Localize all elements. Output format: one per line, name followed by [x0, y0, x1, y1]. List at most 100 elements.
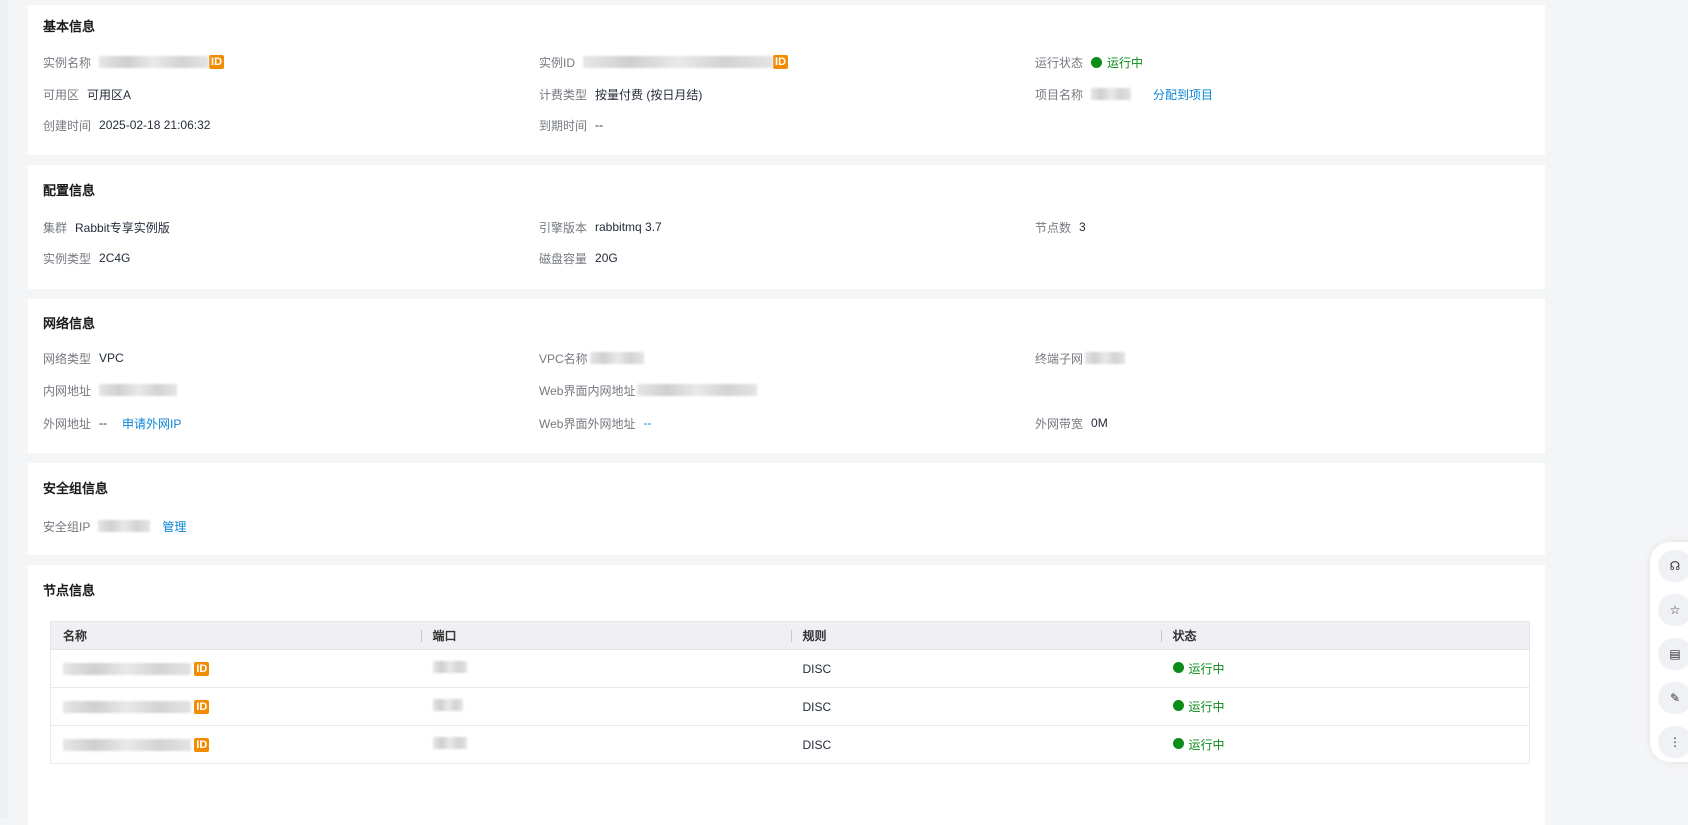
value: 2025-02-18 21:06:32 — [99, 118, 211, 132]
star-icon[interactable]: ☆ — [1658, 594, 1688, 626]
web-private-address-field: Web界面内网地址 — [539, 382, 758, 398]
label: 运行状态 — [1035, 55, 1084, 70]
security-group-card: 安全组信息 安全组IP 管理 — [28, 463, 1545, 555]
status-dot-icon — [1172, 700, 1184, 711]
copy-id-badge[interactable]: ID — [209, 55, 225, 69]
feedback-icon[interactable]: ✎ — [1658, 682, 1688, 714]
table-row: ID DISC 运行中 — [50, 649, 1530, 688]
label: 可用区 — [43, 87, 80, 102]
column-header-status[interactable]: 状态 — [1160, 621, 1530, 650]
public-address-field: 外网地址 -- 申请外网IP — [43, 415, 181, 431]
label: 网络类型 — [43, 351, 92, 366]
label: Web界面外网地址 — [539, 416, 636, 431]
rule-cell: DISC — [790, 725, 1161, 764]
label: 创建时间 — [43, 118, 92, 133]
column-header-name[interactable]: 名称 — [50, 621, 421, 650]
label: 集群 — [43, 220, 68, 235]
label: 到期时间 — [539, 118, 588, 133]
redacted-value — [432, 699, 463, 711]
status-dot-icon — [1172, 662, 1184, 673]
value: -- — [643, 416, 652, 430]
redacted-value — [63, 700, 191, 713]
status-value: 运行中 — [1188, 700, 1225, 714]
redacted-value — [1091, 88, 1132, 100]
status-dot-icon — [1091, 56, 1103, 68]
value: -- — [99, 416, 108, 430]
assign-project-link[interactable]: 分配到项目 — [1153, 86, 1213, 103]
redacted-value — [63, 738, 191, 751]
expire-field: 到期时间 -- — [539, 117, 603, 133]
label: 计费类型 — [539, 87, 588, 102]
status-cell: 运行中 — [1160, 687, 1530, 726]
document-icon[interactable]: ▤ — [1658, 638, 1688, 670]
label: 项目名称 — [1035, 87, 1084, 102]
redacted-value — [99, 56, 210, 68]
port-cell — [420, 687, 791, 726]
section-title: 节点信息 — [43, 583, 96, 598]
nodes-table: 名称 端口 规则 状态 ID DISC 运行中 ID DISC 运行中 ID D… — [50, 621, 1530, 764]
label: 外网带宽 — [1035, 416, 1084, 431]
section-title: 安全组信息 — [43, 481, 109, 496]
instance-id-field: 实例ID ID — [539, 54, 789, 70]
copy-id-badge[interactable]: ID — [773, 55, 789, 69]
nodes-info-card: 节点信息 名称 端口 规则 状态 ID DISC 运行中 ID DISC 运行中… — [28, 565, 1545, 825]
floating-toolbar: ☊ ☆ ▤ ✎ ⋮ — [1650, 542, 1688, 762]
node-name-cell: ID — [50, 687, 421, 726]
column-header-rule[interactable]: 规则 — [790, 621, 1161, 650]
port-cell — [420, 649, 791, 688]
status-value: 运行中 — [1188, 662, 1225, 676]
engine-field: 引擎版本 rabbitmq 3.7 — [539, 219, 662, 235]
node-name-cell: ID — [50, 649, 421, 688]
value: -- — [595, 118, 604, 132]
created-field: 创建时间 2025-02-18 21:06:32 — [43, 117, 210, 133]
value: 3 — [1079, 220, 1086, 234]
value: 20G — [595, 251, 618, 265]
label: 内网地址 — [43, 383, 92, 398]
label: 磁盘容量 — [539, 251, 588, 266]
billing-field: 计费类型 按量付费 (按日月结) — [539, 86, 702, 102]
apply-public-ip-link[interactable]: 申请外网IP — [122, 415, 181, 432]
value: 按量付费 (按日月结) — [595, 87, 703, 102]
redacted-value — [583, 56, 774, 68]
status-field: 运行状态 运行中 — [1035, 54, 1143, 70]
network-type-field: 网络类型 VPC — [43, 350, 124, 366]
copy-id-badge[interactable]: ID — [194, 738, 210, 752]
headset-icon[interactable]: ☊ — [1658, 550, 1688, 582]
section-title: 网络信息 — [43, 316, 96, 331]
value: 2C4G — [99, 251, 131, 265]
manage-security-group-link[interactable]: 管理 — [162, 518, 186, 535]
rule-cell: DISC — [790, 687, 1161, 726]
disk-field: 磁盘容量 20G — [539, 250, 618, 266]
subnet-field: 终端子网 — [1035, 350, 1126, 366]
instance-name-field: 实例名称 ID — [43, 54, 225, 70]
label: 实例名称 — [43, 55, 92, 70]
label: 终端子网 — [1035, 351, 1084, 366]
label: 实例类型 — [43, 251, 92, 266]
redacted-value — [637, 384, 758, 396]
copy-id-badge[interactable]: ID — [194, 662, 210, 676]
private-address-field: 内网地址 — [43, 382, 178, 398]
label: 外网地址 — [43, 416, 92, 431]
cluster-field: 集群 Rabbit专享实例版 — [43, 219, 170, 235]
label: 节点数 — [1035, 220, 1072, 235]
value: 可用区A — [87, 87, 132, 102]
label: 安全组IP — [43, 519, 91, 534]
zone-field: 可用区 可用区A — [43, 86, 131, 102]
table-header: 名称 端口 规则 状态 — [50, 621, 1530, 650]
status-value: 运行中 — [1188, 738, 1225, 752]
column-header-port[interactable]: 端口 — [420, 621, 791, 650]
label: VPC名称 — [539, 351, 588, 366]
value: rabbitmq 3.7 — [595, 220, 662, 234]
redacted-value — [1085, 352, 1126, 364]
copy-id-badge[interactable]: ID — [194, 700, 210, 714]
config-info-card: 配置信息 集群 Rabbit专享实例版 引擎版本 rabbitmq 3.7 节点… — [28, 165, 1545, 289]
value: Rabbit专享实例版 — [75, 220, 170, 235]
more-icon[interactable]: ⋮ — [1658, 726, 1688, 758]
instance-type-field: 实例类型 2C4G — [43, 250, 130, 266]
basic-info-card: 基本信息 实例名称 ID 实例ID ID 运行状态 运行中 可用区 可用区A 计… — [28, 5, 1545, 155]
network-info-card: 网络信息 网络类型 VPC VPC名称 终端子网 内网地址 Web界面内网地址 … — [28, 299, 1545, 453]
nodes-count-field: 节点数 3 — [1035, 219, 1086, 235]
redacted-value — [589, 352, 644, 364]
redacted-value — [432, 661, 467, 673]
label: Web界面内网地址 — [539, 383, 636, 398]
